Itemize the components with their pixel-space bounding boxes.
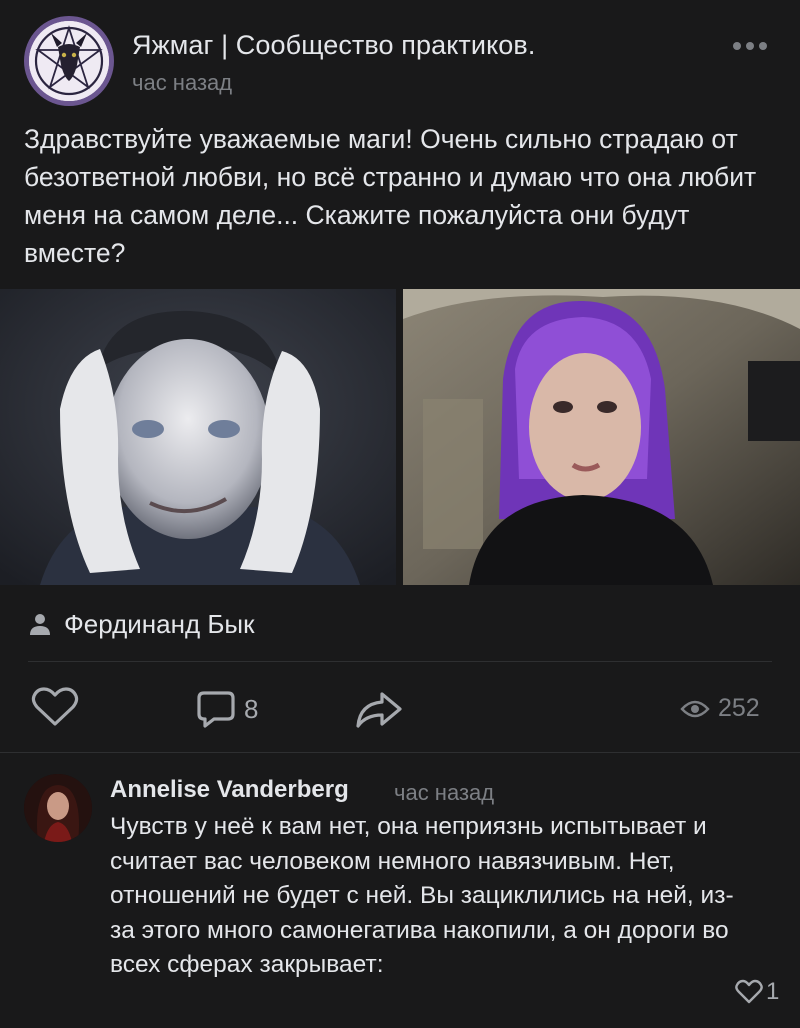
post-author-name[interactable]: Фердинанд Бык (64, 609, 254, 640)
eye-icon (680, 700, 710, 717)
heart-icon (31, 687, 79, 726)
pentagram-goat-logo (29, 21, 109, 101)
more-options-icon[interactable] (728, 34, 772, 58)
group-name[interactable]: Яжмаг | Сообщество практиков. (132, 30, 535, 61)
comment-author[interactable]: Annelise Vanderberg (110, 776, 349, 804)
comment: Annelise Vanderberg час назад Чувств у н… (0, 760, 800, 1028)
post-text: Здравствуйте уважаемые маги! Очень сильн… (24, 124, 757, 268)
comment-avatar[interactable] (24, 774, 92, 842)
views: 252 (680, 694, 760, 723)
more-dot (759, 42, 767, 50)
share-button[interactable] (354, 688, 404, 730)
post-time: час назад (132, 70, 233, 95)
user-icon (30, 614, 50, 635)
divider (28, 661, 772, 662)
share-arrow-icon (356, 692, 402, 728)
comment-bubble-icon (197, 691, 235, 728)
more-dot (746, 42, 754, 50)
comment-like-count: 1 (766, 978, 780, 1005)
divider (0, 752, 800, 753)
views-count: 252 (718, 694, 760, 722)
group-avatar[interactable] (24, 16, 114, 106)
comment-time: час назад (394, 780, 495, 805)
photo-woman[interactable] (403, 289, 800, 585)
post-author[interactable]: Фердинанд Бык (28, 606, 254, 642)
post-actions: 8 252 (0, 680, 800, 736)
comment-text: Чувств у неё к вам нет, она неприязнь ис… (110, 813, 734, 978)
post-photos (0, 289, 800, 585)
comment-count: 8 (244, 693, 259, 724)
like-button[interactable] (30, 686, 80, 728)
comment-button[interactable]: 8 (196, 688, 258, 730)
comment-like-button[interactable]: 1 (734, 978, 779, 1006)
photo-man[interactable] (0, 289, 396, 585)
post-header: Яжмаг | Сообщество практиков. час назад (0, 0, 800, 110)
more-dot (733, 42, 741, 50)
heart-icon (735, 979, 763, 1004)
